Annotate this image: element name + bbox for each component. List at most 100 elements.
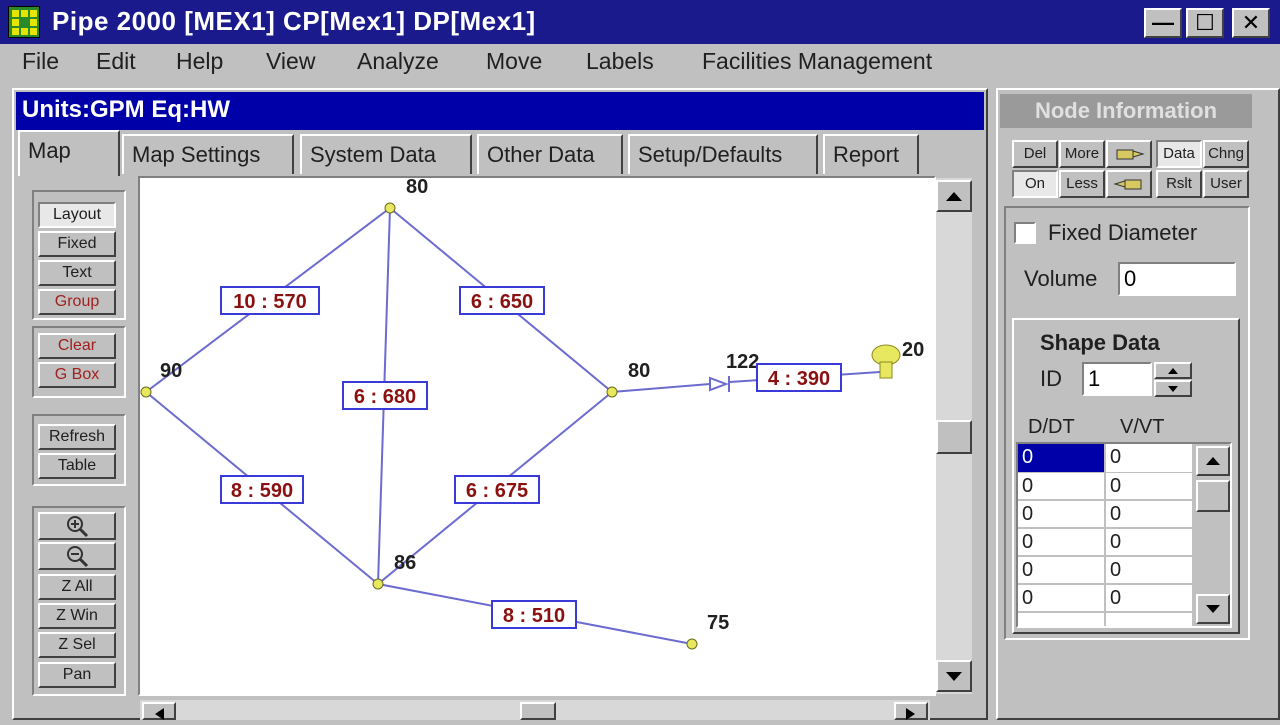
pipe-network[interactable]: 80 90 80 122 20 86 75 10 : 570 6 : 650 6… — [140, 178, 934, 694]
tab-map[interactable]: Map — [18, 130, 120, 176]
scroll-down-button[interactable] — [936, 660, 972, 692]
scroll-thumb[interactable] — [936, 420, 972, 454]
window-title: Pipe 2000 [MEX1] CP[Mex1] DP[Mex1] — [52, 6, 536, 36]
tab-setup-defaults[interactable]: Setup/Defaults — [628, 134, 818, 174]
maximize-button[interactable]: ☐ — [1186, 8, 1224, 38]
layout-button[interactable]: Layout — [38, 202, 116, 228]
table-cell[interactable]: 0 — [1018, 446, 1033, 469]
on-button[interactable]: On — [1012, 170, 1058, 198]
tab-report[interactable]: Report — [823, 134, 919, 174]
delete-button[interactable]: Del — [1012, 140, 1058, 168]
junction-node[interactable] — [140, 386, 152, 398]
table-cell[interactable]: 0 — [1106, 559, 1121, 582]
map-canvas[interactable]: 80 90 80 122 20 86 75 10 : 570 6 : 650 6… — [138, 176, 936, 696]
zoom-selection-button[interactable]: Z Sel — [38, 632, 116, 658]
scroll-right-button[interactable] — [894, 702, 928, 720]
pipe-label: 6 : 675 — [466, 480, 528, 502]
result-button[interactable]: Rslt — [1156, 170, 1202, 198]
user-button[interactable]: User — [1203, 170, 1249, 198]
group-button[interactable]: Group — [38, 289, 116, 315]
menu-move[interactable]: Move — [486, 48, 542, 75]
shape-data-title: Shape Data — [1040, 330, 1160, 355]
shape-data-table[interactable]: 0 0 0 0 0 0 0 0 0 0 0 0 — [1016, 442, 1232, 628]
pipe-label: 6 : 650 — [471, 291, 533, 313]
pipe-label: 8 : 510 — [503, 605, 565, 627]
pointer-right-button[interactable] — [1106, 140, 1152, 168]
table-scroll-down[interactable] — [1196, 594, 1230, 624]
junction-node[interactable] — [606, 386, 618, 398]
column-header-d-dt: D/DT — [1028, 416, 1075, 438]
id-spin-up[interactable] — [1154, 362, 1192, 379]
arrow-down-icon — [946, 672, 962, 681]
g-box-button[interactable]: G Box — [38, 362, 116, 388]
valve-icon[interactable] — [709, 376, 730, 392]
table-cell[interactable]: 0 — [1106, 587, 1121, 610]
pan-button[interactable]: Pan — [38, 662, 116, 688]
menu-view[interactable]: View — [266, 48, 315, 75]
menu-facilities-management[interactable]: Facilities Management — [702, 48, 932, 75]
refresh-button[interactable]: Refresh — [38, 424, 116, 450]
table-button[interactable]: Table — [38, 453, 116, 479]
clear-button[interactable]: Clear — [38, 333, 116, 359]
scroll-up-button[interactable] — [936, 180, 972, 212]
text-button[interactable]: Text — [38, 260, 116, 286]
change-button[interactable]: Chng — [1203, 140, 1249, 168]
more-button[interactable]: More — [1059, 140, 1105, 168]
less-button[interactable]: Less — [1059, 170, 1105, 198]
pipe-label: 4 : 390 — [768, 368, 830, 390]
pointer-left-button[interactable] — [1106, 170, 1152, 198]
zoom-window-button[interactable]: Z Win — [38, 603, 116, 629]
fixed-diameter-checkbox[interactable] — [1014, 222, 1036, 244]
tab-system-data[interactable]: System Data — [300, 134, 472, 174]
scroll-left-button[interactable] — [142, 702, 176, 720]
table-cell[interactable]: 0 — [1106, 503, 1121, 526]
pipe-segment[interactable] — [611, 383, 711, 393]
data-button[interactable]: Data — [1156, 140, 1202, 168]
id-input[interactable]: 1 — [1082, 362, 1152, 396]
pipe-label: 8 : 590 — [231, 480, 293, 502]
arrow-left-icon — [155, 708, 164, 720]
junction-node[interactable] — [686, 638, 698, 650]
zoom-out-button[interactable] — [38, 542, 116, 570]
pipe-label: 6 : 680 — [354, 386, 416, 408]
menu-edit[interactable]: Edit — [96, 48, 136, 75]
menu-bar: File Edit Help View Analyze Move Labels … — [0, 44, 1280, 82]
table-cell[interactable]: 0 — [1018, 559, 1033, 582]
table-scroll-up[interactable] — [1196, 446, 1230, 476]
table-cell[interactable]: 0 — [1018, 531, 1033, 554]
hand-pointer-right-icon — [1116, 149, 1145, 160]
table-cell[interactable]: 0 — [1018, 475, 1033, 498]
minimize-button[interactable]: — — [1144, 8, 1182, 38]
tab-other-data[interactable]: Other Data — [477, 134, 623, 174]
app-icon — [8, 6, 40, 38]
menu-analyze[interactable]: Analyze — [357, 48, 439, 75]
horizontal-scroll-thumb[interactable] — [520, 702, 556, 720]
volume-input[interactable]: 0 — [1118, 262, 1236, 296]
menu-labels[interactable]: Labels — [586, 48, 654, 75]
junction-node[interactable] — [372, 578, 384, 590]
pipe-label: 10 : 570 — [233, 291, 306, 313]
menu-file[interactable]: File — [22, 48, 59, 75]
zoom-in-icon — [67, 516, 89, 538]
fixed-button[interactable]: Fixed — [38, 231, 116, 257]
menu-help[interactable]: Help — [176, 48, 223, 75]
node-label: 75 — [707, 612, 729, 634]
node-label: 80 — [628, 360, 650, 382]
table-scroll-thumb[interactable] — [1196, 480, 1230, 512]
zoom-in-button[interactable] — [38, 512, 116, 540]
zoom-out-icon — [67, 546, 89, 568]
tab-map-settings[interactable]: Map Settings — [122, 134, 294, 174]
table-cell[interactable]: 0 — [1018, 503, 1033, 526]
node-label: 86 — [394, 552, 416, 574]
table-cell[interactable]: 0 — [1018, 587, 1033, 610]
junction-node[interactable] — [384, 202, 396, 214]
close-button[interactable]: ✕ — [1232, 8, 1270, 38]
node-label: 90 — [160, 360, 182, 382]
table-cell[interactable]: 0 — [1106, 475, 1121, 498]
table-cell[interactable]: 0 — [1106, 446, 1121, 469]
table-cell[interactable]: 0 — [1106, 531, 1121, 554]
spin-up-icon — [1168, 368, 1178, 374]
spin-down-icon — [1168, 386, 1178, 392]
zoom-all-button[interactable]: Z All — [38, 574, 116, 600]
id-spin-down[interactable] — [1154, 380, 1192, 397]
